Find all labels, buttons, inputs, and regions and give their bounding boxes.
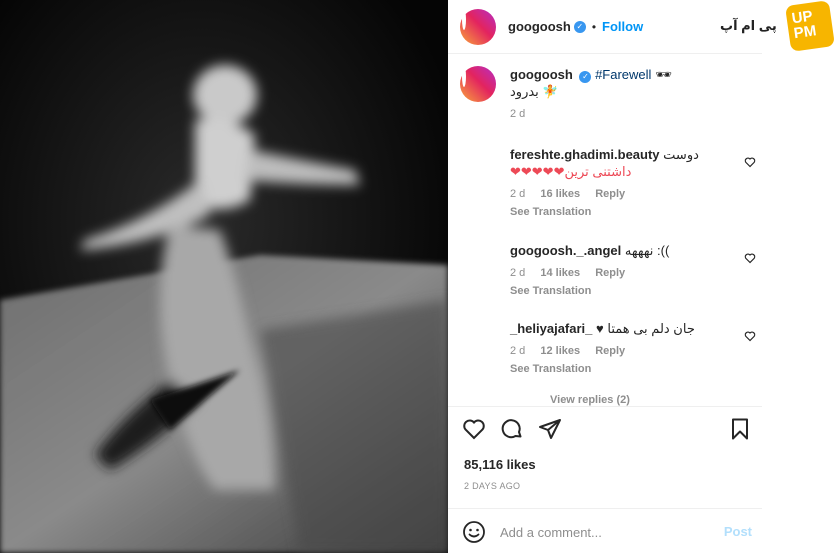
comment-text: نهههه :(( bbox=[624, 243, 670, 258]
watermark-text: پی ام آپ bbox=[720, 18, 777, 33]
commenter-avatar[interactable] bbox=[460, 242, 492, 274]
post-header: googoosh ✓ • Follow bbox=[448, 0, 762, 54]
commenter-avatar[interactable] bbox=[460, 146, 492, 178]
heart-icon[interactable] bbox=[744, 330, 756, 342]
see-translation-link[interactable]: See Translation bbox=[510, 285, 740, 297]
comment-icon[interactable] bbox=[500, 417, 524, 441]
comment-input[interactable] bbox=[500, 521, 700, 543]
caption-emoji: 🕶 bbox=[655, 67, 672, 82]
post-button[interactable]: Post bbox=[724, 524, 752, 539]
verified-icon: ✓ bbox=[579, 71, 592, 83]
caption-author-avatar[interactable] bbox=[460, 66, 496, 102]
divider bbox=[448, 508, 762, 509]
caption-time: 2 d bbox=[510, 108, 526, 120]
watermark-badge-text: UP PM bbox=[790, 7, 818, 43]
watermark-badge: UP PM bbox=[785, 0, 835, 52]
comment-body: fereshte.ghadimi.beauty دوست ❤❤❤❤❤داشتنی… bbox=[510, 146, 740, 218]
comment-time: 2 d bbox=[510, 267, 526, 279]
author-avatar[interactable] bbox=[460, 8, 496, 45]
photo-image bbox=[0, 0, 448, 553]
caption-hashtag[interactable]: #Farewell bbox=[595, 67, 651, 82]
reply-button[interactable]: Reply bbox=[595, 345, 625, 357]
separator-dot: • bbox=[591, 19, 597, 34]
caption-text: بدرود 🧚 bbox=[510, 84, 559, 99]
likes-count[interactable]: 85,116 likes bbox=[464, 457, 536, 472]
see-translation-link[interactable]: See Translation bbox=[510, 363, 740, 375]
comment-body: _heliyajafari_ ♥ جان دلم بی همتا 2 d 12 … bbox=[510, 320, 740, 375]
comment-body: googoosh._.angel نهههه :(( 2 d 14 likes … bbox=[510, 242, 740, 297]
comment-likes[interactable]: 12 likes bbox=[540, 345, 580, 357]
author-username[interactable]: googoosh bbox=[508, 19, 571, 34]
comment-time: 2 d bbox=[510, 188, 526, 200]
add-comment-bar: Post bbox=[462, 519, 752, 545]
caption-body: googoosh ✓ #Farewell 🕶 بدرود 🧚 2 d bbox=[510, 66, 740, 120]
comment-time: 2 d bbox=[510, 345, 526, 357]
comment-text: دوست bbox=[663, 147, 699, 162]
commenter-avatar[interactable] bbox=[460, 320, 492, 352]
caption-author[interactable]: googoosh bbox=[510, 67, 573, 82]
comment-username[interactable]: fereshte.ghadimi.beauty bbox=[510, 147, 660, 162]
comments-list[interactable]: googoosh ✓ #Farewell 🕶 بدرود 🧚 2 d feres… bbox=[448, 54, 762, 406]
see-translation-link[interactable]: See Translation bbox=[510, 206, 740, 218]
comment-text-line2: ❤❤❤❤❤داشتنی ترین bbox=[510, 164, 632, 179]
save-icon[interactable] bbox=[728, 417, 752, 441]
heart-icon[interactable] bbox=[744, 252, 756, 264]
comment-likes[interactable]: 16 likes bbox=[540, 188, 580, 200]
site-watermark-logo: پی ام آپ UP PM bbox=[720, 0, 836, 54]
posted-time: 2 DAYS AGO bbox=[464, 481, 521, 491]
comment-username[interactable]: googoosh._.angel bbox=[510, 243, 621, 258]
share-icon[interactable] bbox=[538, 417, 562, 441]
reply-button[interactable]: Reply bbox=[595, 188, 625, 200]
comment-username[interactable]: _heliyajafari_ bbox=[510, 321, 592, 336]
post-photo[interactable] bbox=[0, 0, 448, 553]
heart-icon[interactable] bbox=[744, 156, 756, 168]
comment-likes[interactable]: 14 likes bbox=[540, 267, 580, 279]
emoji-icon[interactable] bbox=[462, 520, 486, 544]
reply-button[interactable]: Reply bbox=[595, 267, 625, 279]
post-panel: googoosh ✓ • Follow پی ام آپ UP PM googo… bbox=[448, 0, 836, 553]
comment-text: ♥ جان دلم بی همتا bbox=[596, 321, 695, 336]
follow-button[interactable]: Follow bbox=[602, 19, 643, 34]
action-bar bbox=[462, 417, 752, 443]
verified-icon: ✓ bbox=[573, 20, 586, 33]
divider bbox=[448, 406, 762, 407]
view-replies-link[interactable]: View replies (2) bbox=[550, 394, 630, 406]
like-icon[interactable] bbox=[462, 417, 486, 441]
